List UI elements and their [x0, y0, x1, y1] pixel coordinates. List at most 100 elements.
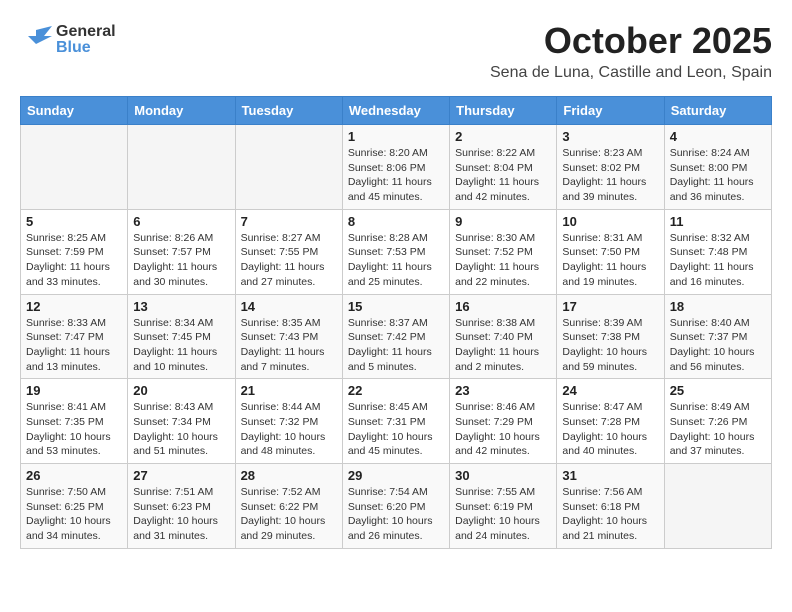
day-info: Sunrise: 8:37 AMSunset: 7:42 PMDaylight:…	[348, 316, 444, 375]
calendar-cell: 14 Sunrise: 8:35 AMSunset: 7:43 PMDayligh…	[235, 294, 342, 379]
day-info: Sunrise: 8:44 AMSunset: 7:32 PMDaylight:…	[241, 400, 337, 459]
calendar-cell: 15 Sunrise: 8:37 AMSunset: 7:42 PMDayligh…	[342, 294, 449, 379]
calendar-cell: 20Sunrise: 8:43 AMSunset: 7:34 PMDayligh…	[128, 379, 235, 464]
day-number: 29	[348, 468, 444, 483]
calendar-cell: 13 Sunrise: 8:34 AMSunset: 7:45 PMDayligh…	[128, 294, 235, 379]
day-number: 2	[455, 129, 551, 144]
weekday-header-tuesday: Tuesday	[235, 97, 342, 125]
logo-blue: Blue	[56, 40, 116, 56]
day-info: Sunrise: 8:23 AMSunset: 8:02 PMDaylight:…	[562, 146, 658, 205]
month-year-title: October 2025	[20, 20, 772, 62]
weekday-header-saturday: Saturday	[664, 97, 771, 125]
day-number: 6	[133, 214, 229, 229]
calendar-week-row: 19 Sunrise: 8:41 AMSunset: 7:35 PMDayligh…	[21, 379, 772, 464]
day-info: Sunrise: 7:55 AMSunset: 6:19 PMDaylight:…	[455, 485, 551, 544]
day-info: Sunrise: 8:47 AMSunset: 7:28 PMDaylight:…	[562, 400, 658, 459]
calendar-cell: 5 Sunrise: 8:25 AMSunset: 7:59 PMDaylight…	[21, 209, 128, 294]
header-info: October 2025 Sena de Luna, Castille and …	[20, 20, 772, 82]
day-number: 1	[348, 129, 444, 144]
calendar-cell	[21, 125, 128, 210]
day-info: Sunrise: 8:22 AMSunset: 8:04 PMDaylight:…	[455, 146, 551, 205]
calendar-cell	[128, 125, 235, 210]
day-number: 28	[241, 468, 337, 483]
day-info: Sunrise: 8:26 AMSunset: 7:57 PMDaylight:…	[133, 231, 229, 290]
day-number: 25	[670, 383, 766, 398]
calendar-cell: 17Sunrise: 8:39 AMSunset: 7:38 PMDayligh…	[557, 294, 664, 379]
calendar-cell: 28 Sunrise: 7:52 AMSunset: 6:22 PMDayligh…	[235, 464, 342, 549]
calendar-cell: 29 Sunrise: 7:54 AMSunset: 6:20 PMDayligh…	[342, 464, 449, 549]
calendar-cell: 3Sunrise: 8:23 AMSunset: 8:02 PMDaylight…	[557, 125, 664, 210]
day-info: Sunrise: 8:25 AMSunset: 7:59 PMDaylight:…	[26, 231, 122, 290]
day-number: 10	[562, 214, 658, 229]
day-number: 24	[562, 383, 658, 398]
day-info: Sunrise: 8:32 AMSunset: 7:48 PMDaylight:…	[670, 231, 766, 290]
calendar-cell: 1 Sunrise: 8:20 AMSunset: 8:06 PMDaylight…	[342, 125, 449, 210]
calendar-cell: 30 Sunrise: 7:55 AMSunset: 6:19 PMDayligh…	[450, 464, 557, 549]
calendar-cell: 21 Sunrise: 8:44 AMSunset: 7:32 PMDayligh…	[235, 379, 342, 464]
calendar-cell: 7Sunrise: 8:27 AMSunset: 7:55 PMDaylight…	[235, 209, 342, 294]
day-number: 14	[241, 299, 337, 314]
weekday-header-wednesday: Wednesday	[342, 97, 449, 125]
day-number: 7	[241, 214, 337, 229]
calendar-cell: 31Sunrise: 7:56 AMSunset: 6:18 PMDayligh…	[557, 464, 664, 549]
calendar-cell: 25Sunrise: 8:49 AMSunset: 7:26 PMDayligh…	[664, 379, 771, 464]
day-info: Sunrise: 7:51 AMSunset: 6:23 PMDaylight:…	[133, 485, 229, 544]
day-number: 31	[562, 468, 658, 483]
weekday-header-monday: Monday	[128, 97, 235, 125]
calendar-cell: 11 Sunrise: 8:32 AMSunset: 7:48 PMDayligh…	[664, 209, 771, 294]
day-info: Sunrise: 8:20 AMSunset: 8:06 PMDaylight:…	[348, 146, 444, 205]
calendar-header-row: SundayMondayTuesdayWednesdayThursdayFrid…	[21, 97, 772, 125]
calendar-cell: 10 Sunrise: 8:31 AMSunset: 7:50 PMDayligh…	[557, 209, 664, 294]
location-subtitle: Sena de Luna, Castille and Leon, Spain	[20, 64, 772, 82]
day-info: Sunrise: 8:31 AMSunset: 7:50 PMDaylight:…	[562, 231, 658, 290]
day-number: 27	[133, 468, 229, 483]
day-number: 18	[670, 299, 766, 314]
weekday-header-thursday: Thursday	[450, 97, 557, 125]
calendar-cell: 26 Sunrise: 7:50 AMSunset: 6:25 PMDayligh…	[21, 464, 128, 549]
calendar-cell: 16Sunrise: 8:38 AMSunset: 7:40 PMDayligh…	[450, 294, 557, 379]
day-info: Sunrise: 8:35 AMSunset: 7:43 PMDaylight:…	[241, 316, 337, 375]
day-number: 17	[562, 299, 658, 314]
day-number: 20	[133, 383, 229, 398]
calendar-cell	[664, 464, 771, 549]
day-info: Sunrise: 7:54 AMSunset: 6:20 PMDaylight:…	[348, 485, 444, 544]
day-info: Sunrise: 8:24 AMSunset: 8:00 PMDaylight:…	[670, 146, 766, 205]
calendar-cell: 4Sunrise: 8:24 AMSunset: 8:00 PMDaylight…	[664, 125, 771, 210]
calendar-cell: 23Sunrise: 8:46 AMSunset: 7:29 PMDayligh…	[450, 379, 557, 464]
page-header: General Blue October 2025 Sena de Luna, …	[20, 20, 772, 86]
logo-bird-icon	[20, 26, 52, 54]
calendar-cell: 27 Sunrise: 7:51 AMSunset: 6:23 PMDayligh…	[128, 464, 235, 549]
calendar-table: SundayMondayTuesdayWednesdayThursdayFrid…	[20, 96, 772, 549]
logo-general: General	[56, 24, 116, 40]
day-info: Sunrise: 7:52 AMSunset: 6:22 PMDaylight:…	[241, 485, 337, 544]
day-info: Sunrise: 8:41 AMSunset: 7:35 PMDaylight:…	[26, 400, 122, 459]
day-info: Sunrise: 8:30 AMSunset: 7:52 PMDaylight:…	[455, 231, 551, 290]
calendar-week-row: 5 Sunrise: 8:25 AMSunset: 7:59 PMDaylight…	[21, 209, 772, 294]
day-number: 5	[26, 214, 122, 229]
calendar-cell: 24 Sunrise: 8:47 AMSunset: 7:28 PMDayligh…	[557, 379, 664, 464]
calendar-cell: 18 Sunrise: 8:40 AMSunset: 7:37 PMDayligh…	[664, 294, 771, 379]
day-number: 15	[348, 299, 444, 314]
day-info: Sunrise: 7:50 AMSunset: 6:25 PMDaylight:…	[26, 485, 122, 544]
day-number: 21	[241, 383, 337, 398]
day-number: 11	[670, 214, 766, 229]
calendar-cell: 8Sunrise: 8:28 AMSunset: 7:53 PMDaylight…	[342, 209, 449, 294]
calendar-week-row: 12Sunrise: 8:33 AMSunset: 7:47 PMDayligh…	[21, 294, 772, 379]
day-number: 26	[26, 468, 122, 483]
calendar-cell	[235, 125, 342, 210]
day-number: 13	[133, 299, 229, 314]
day-info: Sunrise: 8:45 AMSunset: 7:31 PMDaylight:…	[348, 400, 444, 459]
day-info: Sunrise: 8:40 AMSunset: 7:37 PMDaylight:…	[670, 316, 766, 375]
day-info: Sunrise: 8:28 AMSunset: 7:53 PMDaylight:…	[348, 231, 444, 290]
day-number: 19	[26, 383, 122, 398]
calendar-cell: 19 Sunrise: 8:41 AMSunset: 7:35 PMDayligh…	[21, 379, 128, 464]
calendar-week-row: 1 Sunrise: 8:20 AMSunset: 8:06 PMDaylight…	[21, 125, 772, 210]
weekday-header-friday: Friday	[557, 97, 664, 125]
day-number: 30	[455, 468, 551, 483]
calendar-cell: 9Sunrise: 8:30 AMSunset: 7:52 PMDaylight…	[450, 209, 557, 294]
logo: General Blue	[20, 24, 116, 56]
day-number: 22	[348, 383, 444, 398]
day-info: Sunrise: 8:33 AMSunset: 7:47 PMDaylight:…	[26, 316, 122, 375]
day-number: 16	[455, 299, 551, 314]
day-info: Sunrise: 8:34 AMSunset: 7:45 PMDaylight:…	[133, 316, 229, 375]
